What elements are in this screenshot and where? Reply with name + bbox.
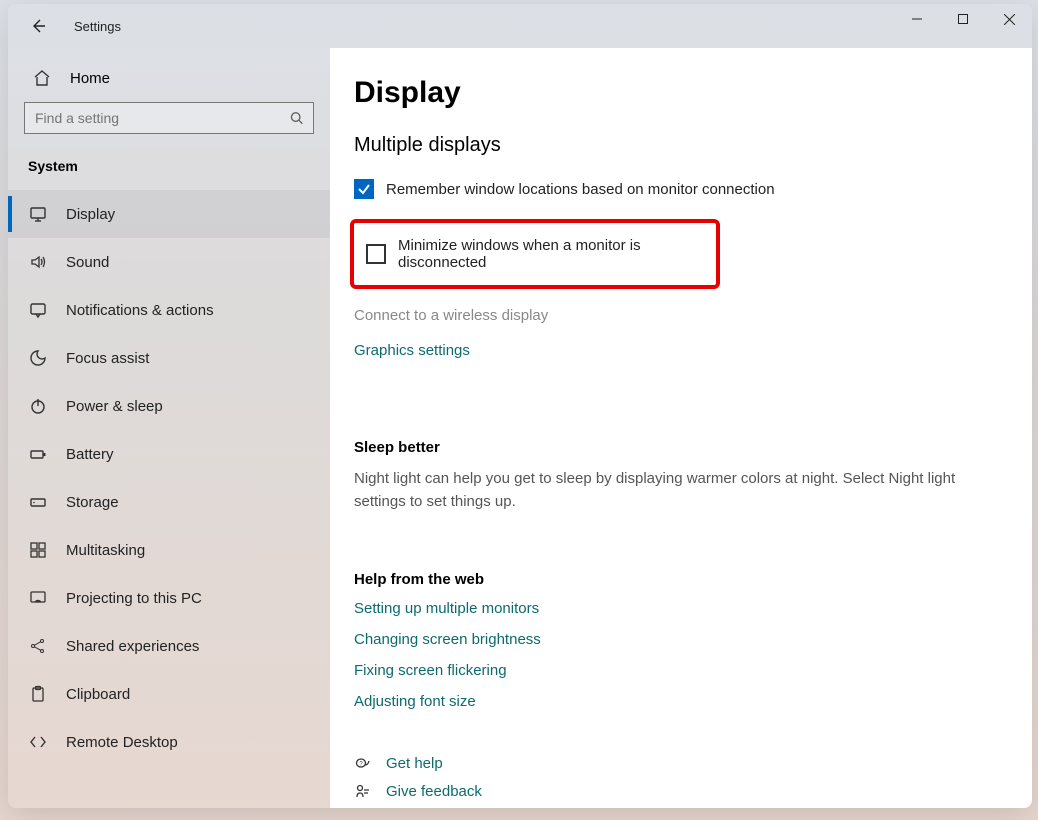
multitasking-icon (28, 540, 48, 560)
clipboard-icon (28, 684, 48, 704)
sidebar-item-remote-desktop[interactable]: Remote Desktop (8, 718, 330, 766)
sidebar-item-focus-assist[interactable]: Focus assist (8, 334, 330, 382)
help-link[interactable]: Setting up multiple monitors (354, 600, 1032, 617)
sidebar-item-label: Storage (66, 494, 119, 511)
check-icon (357, 182, 371, 196)
back-button[interactable] (18, 6, 58, 46)
checkbox-remember-row: Remember window locations based on monit… (354, 179, 1032, 199)
sidebar: Home System Display Sound Notifications & … (8, 48, 330, 808)
search-input[interactable] (35, 110, 290, 126)
checkbox-remember[interactable] (354, 179, 374, 199)
search-box[interactable] (24, 102, 314, 134)
power-icon (28, 396, 48, 416)
sidebar-item-display[interactable]: Display (8, 190, 330, 238)
remote-icon (28, 732, 48, 752)
sidebar-item-label: Battery (66, 446, 114, 463)
projecting-icon (28, 588, 48, 608)
sidebar-item-sound[interactable]: Sound (8, 238, 330, 286)
display-icon (28, 204, 48, 224)
help-link[interactable]: Changing screen brightness (354, 631, 1032, 648)
home-icon (32, 68, 52, 88)
sidebar-item-label: Focus assist (66, 350, 149, 367)
link-graphics-settings[interactable]: Graphics settings (354, 342, 1032, 359)
checkbox-minimize-label: Minimize windows when a monitor is disco… (398, 237, 704, 271)
main-panel: Display Multiple displays Remember windo… (330, 48, 1032, 808)
sidebar-item-clipboard[interactable]: Clipboard (8, 670, 330, 718)
battery-icon (28, 444, 48, 464)
sidebar-item-label: Remote Desktop (66, 734, 178, 751)
sleep-better-body: Night light can help you get to sleep by… (354, 468, 994, 513)
help-link[interactable]: Adjusting font size (354, 693, 1032, 710)
window-title: Settings (74, 19, 121, 34)
help-icon: ? (354, 754, 372, 772)
help-link[interactable]: Fixing screen flickering (354, 662, 1032, 679)
sidebar-item-shared-experiences[interactable]: Shared experiences (8, 622, 330, 670)
settings-window: Settings Home (8, 4, 1032, 808)
sidebar-item-projecting-to-this-pc[interactable]: Projecting to this PC (8, 574, 330, 622)
highlighted-setting: Minimize windows when a monitor is disco… (350, 219, 720, 289)
give-feedback-row[interactable]: Give feedback (354, 782, 1032, 800)
window-controls (894, 4, 1032, 34)
feedback-icon (354, 782, 372, 800)
search-icon (290, 111, 303, 125)
close-icon (1004, 14, 1015, 25)
sidebar-item-notifications-actions[interactable]: Notifications & actions (8, 286, 330, 334)
sidebar-item-label: Power & sleep (66, 398, 163, 415)
maximize-icon (958, 14, 968, 24)
sidebar-item-label: Notifications & actions (66, 302, 214, 319)
titlebar: Settings (8, 4, 1032, 48)
page-title: Display (354, 76, 1032, 110)
checkbox-remember-label: Remember window locations based on monit… (386, 181, 775, 198)
focus-assist-icon (28, 348, 48, 368)
shared-icon (28, 636, 48, 656)
minimize-button[interactable] (894, 4, 940, 34)
sidebar-item-label: Sound (66, 254, 109, 271)
get-help-row[interactable]: ? Get help (354, 754, 1032, 772)
close-button[interactable] (986, 4, 1032, 34)
sidebar-item-battery[interactable]: Battery (8, 430, 330, 478)
home-label: Home (70, 70, 110, 87)
nav-list: Display Sound Notifications & actions Focus… (8, 190, 330, 766)
category-label: System (8, 142, 330, 184)
sleep-better-heading: Sleep better (354, 439, 1032, 456)
sidebar-item-multitasking[interactable]: Multitasking (8, 526, 330, 574)
sidebar-item-power-sleep[interactable]: Power & sleep (8, 382, 330, 430)
search-wrap (8, 98, 330, 142)
sidebar-item-label: Shared experiences (66, 638, 199, 655)
sidebar-item-label: Multitasking (66, 542, 145, 559)
back-arrow-icon (30, 18, 46, 34)
section-multiple-displays: Multiple displays (354, 134, 1032, 157)
minimize-icon (912, 14, 922, 24)
content-area: Home System Display Sound Notifications & … (8, 48, 1032, 808)
sidebar-item-label: Clipboard (66, 686, 130, 703)
help-heading: Help from the web (354, 571, 1032, 588)
notifications-icon (28, 300, 48, 320)
sidebar-item-storage[interactable]: Storage (8, 478, 330, 526)
sidebar-item-label: Display (66, 206, 115, 223)
get-help-link[interactable]: Get help (386, 755, 443, 772)
give-feedback-link[interactable]: Give feedback (386, 783, 482, 800)
home-nav[interactable]: Home (8, 58, 330, 98)
checkbox-minimize[interactable] (366, 244, 386, 264)
sound-icon (28, 252, 48, 272)
link-wireless-display[interactable]: Connect to a wireless display (354, 307, 1032, 324)
sidebar-item-label: Projecting to this PC (66, 590, 202, 607)
storage-icon (28, 492, 48, 512)
maximize-button[interactable] (940, 4, 986, 34)
